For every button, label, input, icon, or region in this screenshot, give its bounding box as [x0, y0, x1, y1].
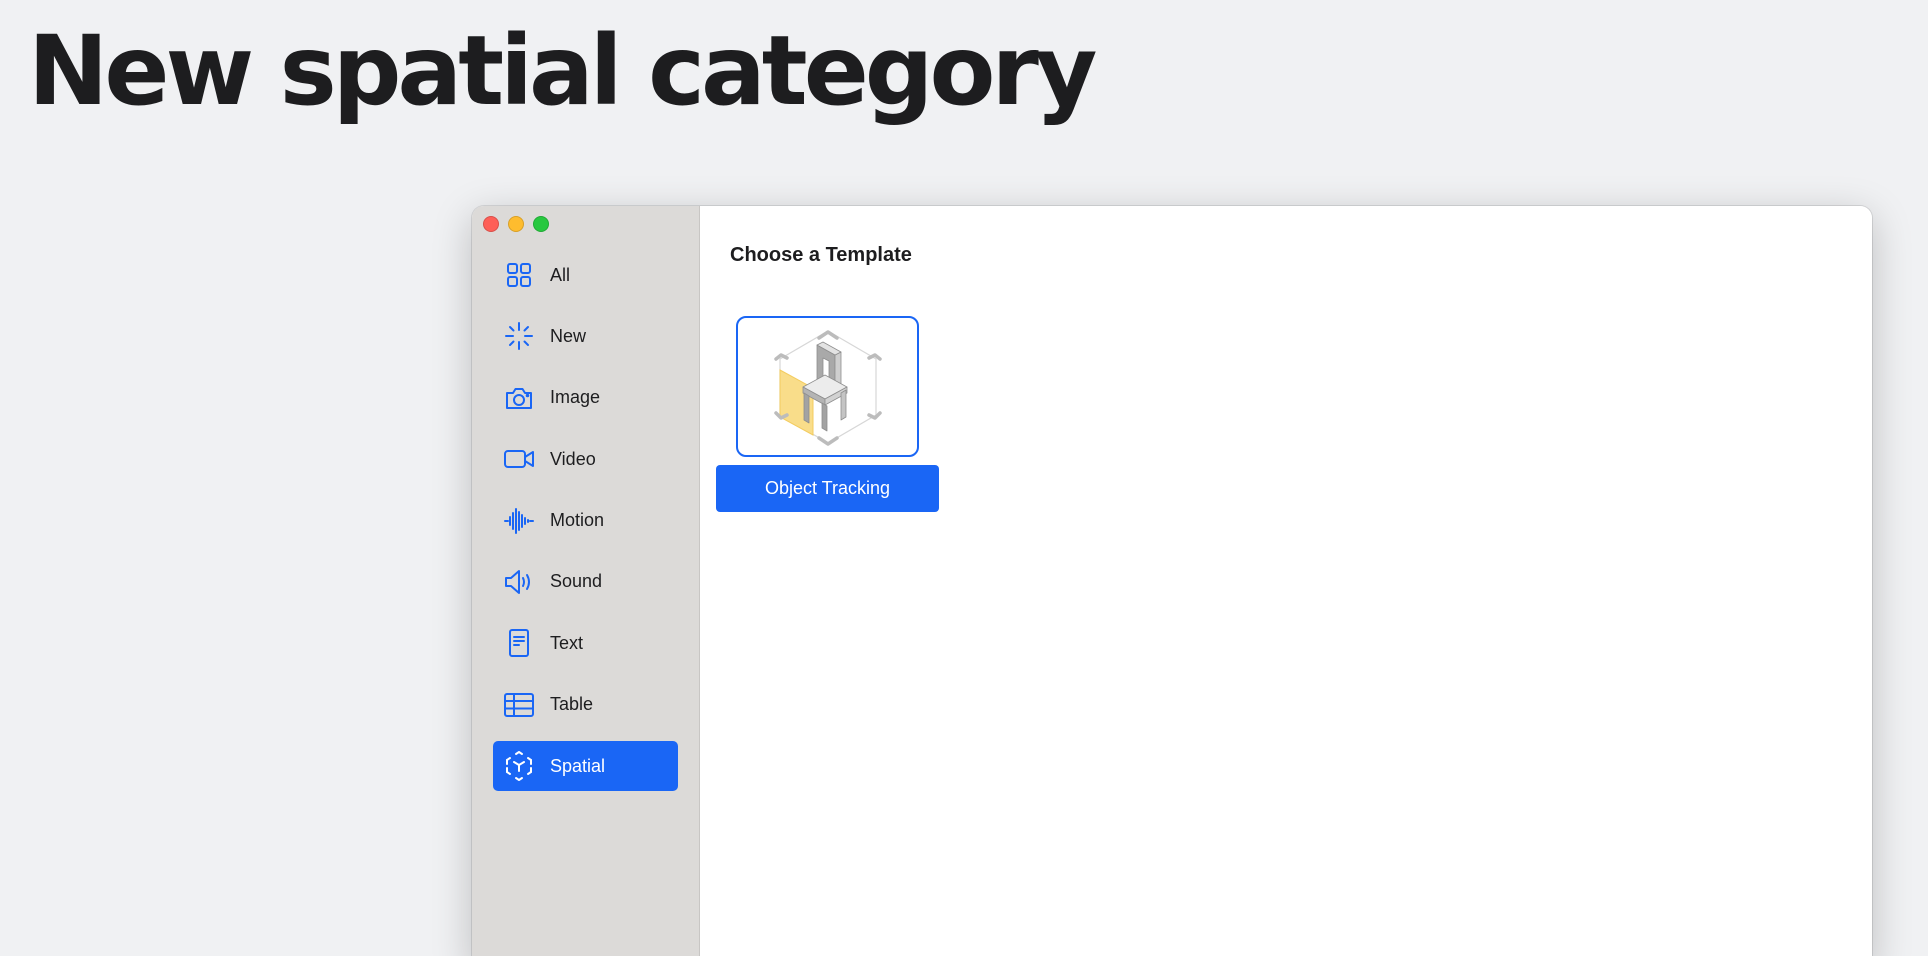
template-label[interactable]: Object Tracking [716, 465, 939, 512]
video-camera-icon [503, 443, 535, 475]
spatial-cube-icon [503, 750, 535, 782]
close-button[interactable] [483, 216, 499, 232]
sidebar-item-table[interactable]: Table [493, 680, 678, 730]
document-text-icon [503, 627, 535, 659]
sidebar-item-sound[interactable]: Sound [493, 557, 678, 607]
sidebar-item-label: All [550, 264, 571, 285]
sidebar-item-motion[interactable]: Motion [493, 496, 678, 546]
template-object-tracking[interactable] [736, 316, 919, 457]
minimize-button[interactable] [508, 216, 524, 232]
sidebar-item-label: Text [550, 632, 584, 653]
chair-in-cube-icon [773, 329, 882, 446]
sidebar-item-label: Image [550, 387, 601, 408]
sidebar-item-label: New [550, 325, 587, 346]
waveform-icon [503, 505, 535, 537]
grid-icon [503, 259, 535, 291]
sidebar-item-text[interactable]: Text [493, 618, 678, 668]
sparkle-icon [503, 320, 535, 352]
sidebar-item-video[interactable]: Video [493, 434, 678, 484]
table-icon [503, 689, 535, 721]
zoom-button[interactable] [533, 216, 549, 232]
sidebar-item-label: Spatial [550, 755, 606, 776]
camera-icon [503, 382, 535, 414]
speaker-icon [503, 566, 535, 598]
page-title: Choose a Template [730, 244, 912, 266]
category-list: All New Image Video Motion Sound Text Ta… [493, 250, 678, 803]
sidebar-item-new[interactable]: New [493, 311, 678, 361]
app-window: All New Image Video Motion Sound Text Ta… [472, 206, 1872, 956]
sidebar-item-label: Sound [550, 571, 603, 592]
sidebar-item-label: Video [550, 448, 596, 469]
window-controls [483, 216, 549, 232]
slide-title: New spatial category [28, 15, 1097, 127]
template-chooser: Choose a Template Object Tracking [700, 206, 1872, 956]
sidebar-item-spatial[interactable]: Spatial [493, 741, 678, 792]
sidebar: All New Image Video Motion Sound Text Ta… [472, 206, 700, 956]
sidebar-item-image[interactable]: Image [493, 373, 678, 423]
sidebar-item-label: Table [550, 694, 594, 715]
sidebar-item-label: Motion [550, 510, 605, 531]
sidebar-item-all[interactable]: All [493, 250, 678, 300]
